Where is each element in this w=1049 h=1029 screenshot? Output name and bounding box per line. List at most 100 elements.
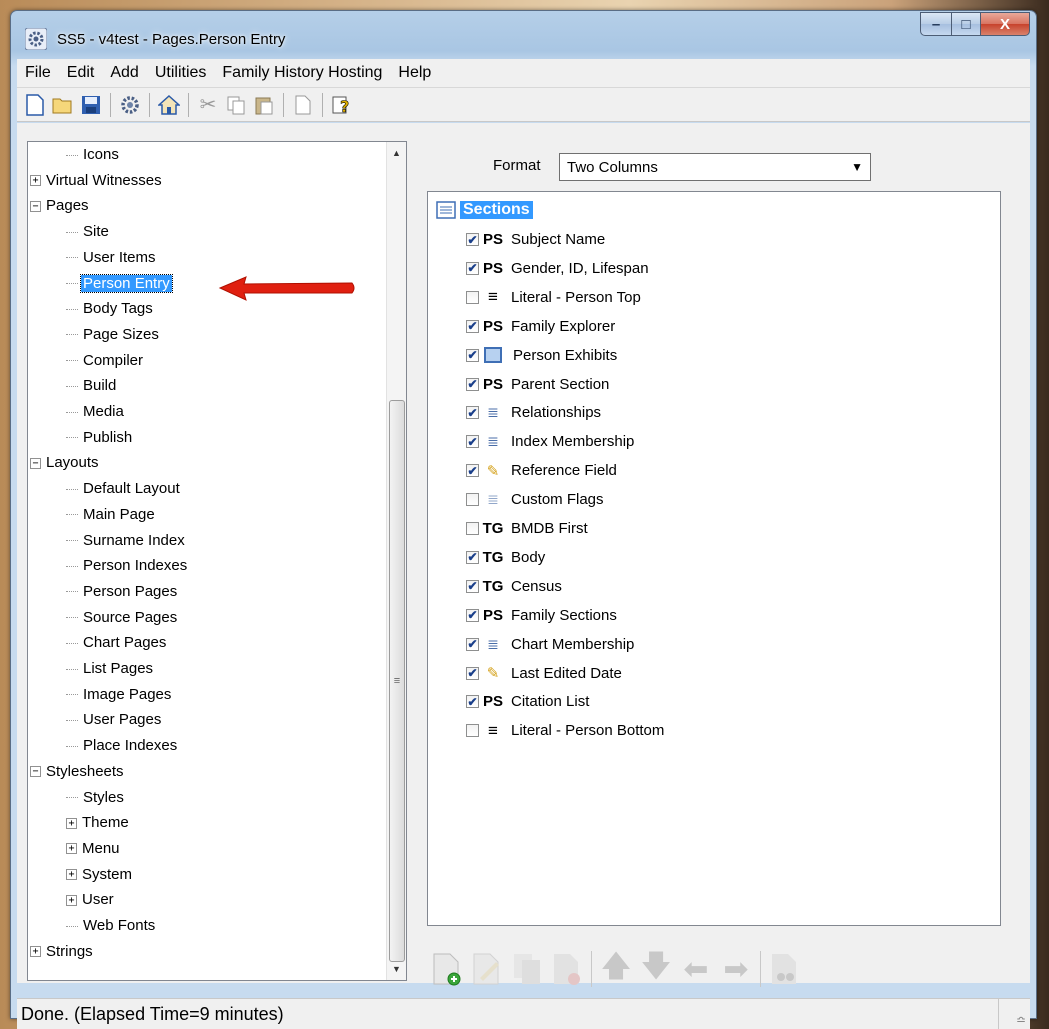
expand-icon[interactable]: + [66,894,77,906]
section-checkbox[interactable]: ✔ [466,637,479,651]
expand-icon[interactable]: + [66,869,77,881]
section-row[interactable]: ✔ ✎ Last Edited Date [466,659,622,688]
tree-item[interactable]: Site [66,219,111,244]
section-checkbox[interactable]: ✔ [466,261,479,275]
tree-item[interactable]: + System [66,862,134,887]
tree-item-label[interactable]: Icons [81,146,121,163]
move-right-icon[interactable]: ➡ [720,951,752,987]
tree-item[interactable]: Main Page [66,502,157,527]
section-row[interactable]: ✔ TG Census [466,572,562,601]
find-icon[interactable] [769,951,801,987]
section-checkbox[interactable]: ✔ [466,377,479,391]
section-checkbox[interactable]: ✔ [466,464,479,478]
tree-item-label[interactable]: Compiler [81,352,145,369]
tree-item[interactable]: − Layouts [30,450,101,475]
tree-item-label[interactable]: Theme [80,814,131,831]
tree-item-label[interactable]: Source Pages [81,609,179,626]
tree-item[interactable]: Chart Pages [66,630,168,655]
sections-list[interactable]: Sections ✔ PS Subject Name ✔ PS Gender, ID, L… [427,191,1001,926]
menu-add[interactable]: Add [102,64,146,82]
tree-item[interactable]: User Pages [66,707,163,732]
tree-item[interactable]: − Pages [30,193,91,218]
section-row[interactable]: ✔ PS Citation List [466,687,589,716]
tree-item-label[interactable]: User Items [81,249,158,266]
tree-item[interactable]: User Items [66,245,158,270]
home-icon[interactable] [157,93,181,117]
tree-item-label[interactable]: Surname Index [81,532,187,549]
tree-item-label[interactable]: User [80,891,116,908]
collapse-icon[interactable]: − [30,766,41,778]
tree-item-label[interactable]: Site [81,223,111,240]
minimize-button[interactable]: – [920,12,952,36]
section-row[interactable]: ≣ Custom Flags [466,485,604,514]
section-row[interactable]: ✔ PS Family Explorer [466,312,615,341]
tree-item[interactable]: Default Layout [66,476,182,501]
section-row[interactable]: ✔ PS Gender, ID, Lifespan [466,254,649,283]
move-left-icon[interactable]: ⬅ [680,951,712,987]
title-bar[interactable]: SS5 - v4test - Pages.Person Entry – □ X [11,11,1036,57]
tree-item[interactable]: Person Pages [66,579,179,604]
expand-icon[interactable]: + [66,817,77,829]
maximize-button[interactable]: □ [952,12,981,36]
tree-item-label[interactable]: Place Indexes [81,737,179,754]
section-row[interactable]: ✔ ✎ Reference Field [466,456,617,485]
tree-item-label[interactable]: Body Tags [81,300,155,317]
close-button[interactable]: X [981,12,1030,36]
menu-family-history-hosting[interactable]: Family History Hosting [214,64,390,82]
save-icon[interactable] [79,93,103,117]
tree-item[interactable]: Person Indexes [66,553,189,578]
tree-item-label[interactable]: Build [81,377,118,394]
tree-item-label[interactable]: Web Fonts [81,917,157,934]
tree-item-label[interactable]: Publish [81,429,134,446]
section-checkbox[interactable]: ✔ [466,579,479,593]
new-icon[interactable] [23,93,47,117]
tree-item-label[interactable]: Virtual Witnesses [44,172,164,189]
scroll-thumb[interactable]: ≡ [389,400,405,962]
collapse-icon[interactable]: − [30,200,41,212]
tree-item[interactable]: Surname Index [66,528,187,553]
tree-item[interactable]: Page Sizes [66,322,161,347]
section-checkbox[interactable]: ✔ [466,435,479,449]
tree-item[interactable]: + User [66,887,116,912]
section-row[interactable]: ✔ PS Subject Name [466,225,605,254]
expand-icon[interactable]: + [66,843,77,855]
section-row[interactable]: TG BMDB First [466,514,588,543]
section-row[interactable]: ✔ ≣ Relationships [466,398,601,427]
tree-item-label[interactable]: Styles [81,789,126,806]
section-row[interactable]: ✔ ≣ Index Membership [466,427,634,456]
tree-item[interactable]: Compiler [66,348,145,373]
tree-item-label[interactable]: Page Sizes [81,326,161,343]
section-row[interactable]: ✔ PS Family Sections [466,601,617,630]
tree-item-label[interactable]: Layouts [44,454,101,471]
copy-icon[interactable] [224,93,248,117]
format-dropdown[interactable]: Two Columns ▼ [559,153,871,181]
section-checkbox[interactable] [466,724,479,738]
tree-item-label[interactable]: Stylesheets [44,763,126,780]
tree-item[interactable]: Body Tags [66,296,155,321]
tree-item-label[interactable]: Person Indexes [81,557,189,574]
tree-scrollbar[interactable]: ▲ ≡ ▼ [386,142,406,980]
paste-icon[interactable] [252,93,276,117]
tree-item[interactable]: Image Pages [66,682,173,707]
tree-item-label[interactable]: Strings [44,943,95,960]
delete-section-icon[interactable] [551,951,583,987]
menu-utilities[interactable]: Utilities [147,64,215,82]
cut-icon[interactable]: ✂ [196,93,220,117]
move-down-icon[interactable]: 🡇 [640,950,672,987]
sections-header[interactable]: Sections [436,199,533,221]
settings-icon[interactable] [118,93,142,117]
section-checkbox[interactable] [466,522,479,535]
section-checkbox[interactable]: ✔ [466,608,479,622]
tree-item-label[interactable]: Pages [44,197,91,214]
expand-icon[interactable]: + [30,175,41,187]
section-checkbox[interactable] [466,493,479,507]
tree-item[interactable]: Media [66,399,126,424]
move-up-icon[interactable]: 🡅 [600,950,632,987]
page-icon[interactable] [291,93,315,117]
tree-item[interactable]: List Pages [66,656,155,681]
tree-item[interactable]: + Strings [30,939,95,964]
help-icon[interactable]: ? [330,93,354,117]
section-row[interactable]: ✔ Person Exhibits [466,341,617,370]
tree-item[interactable]: Styles [66,785,126,810]
tree-item-label[interactable]: Main Page [81,506,157,523]
